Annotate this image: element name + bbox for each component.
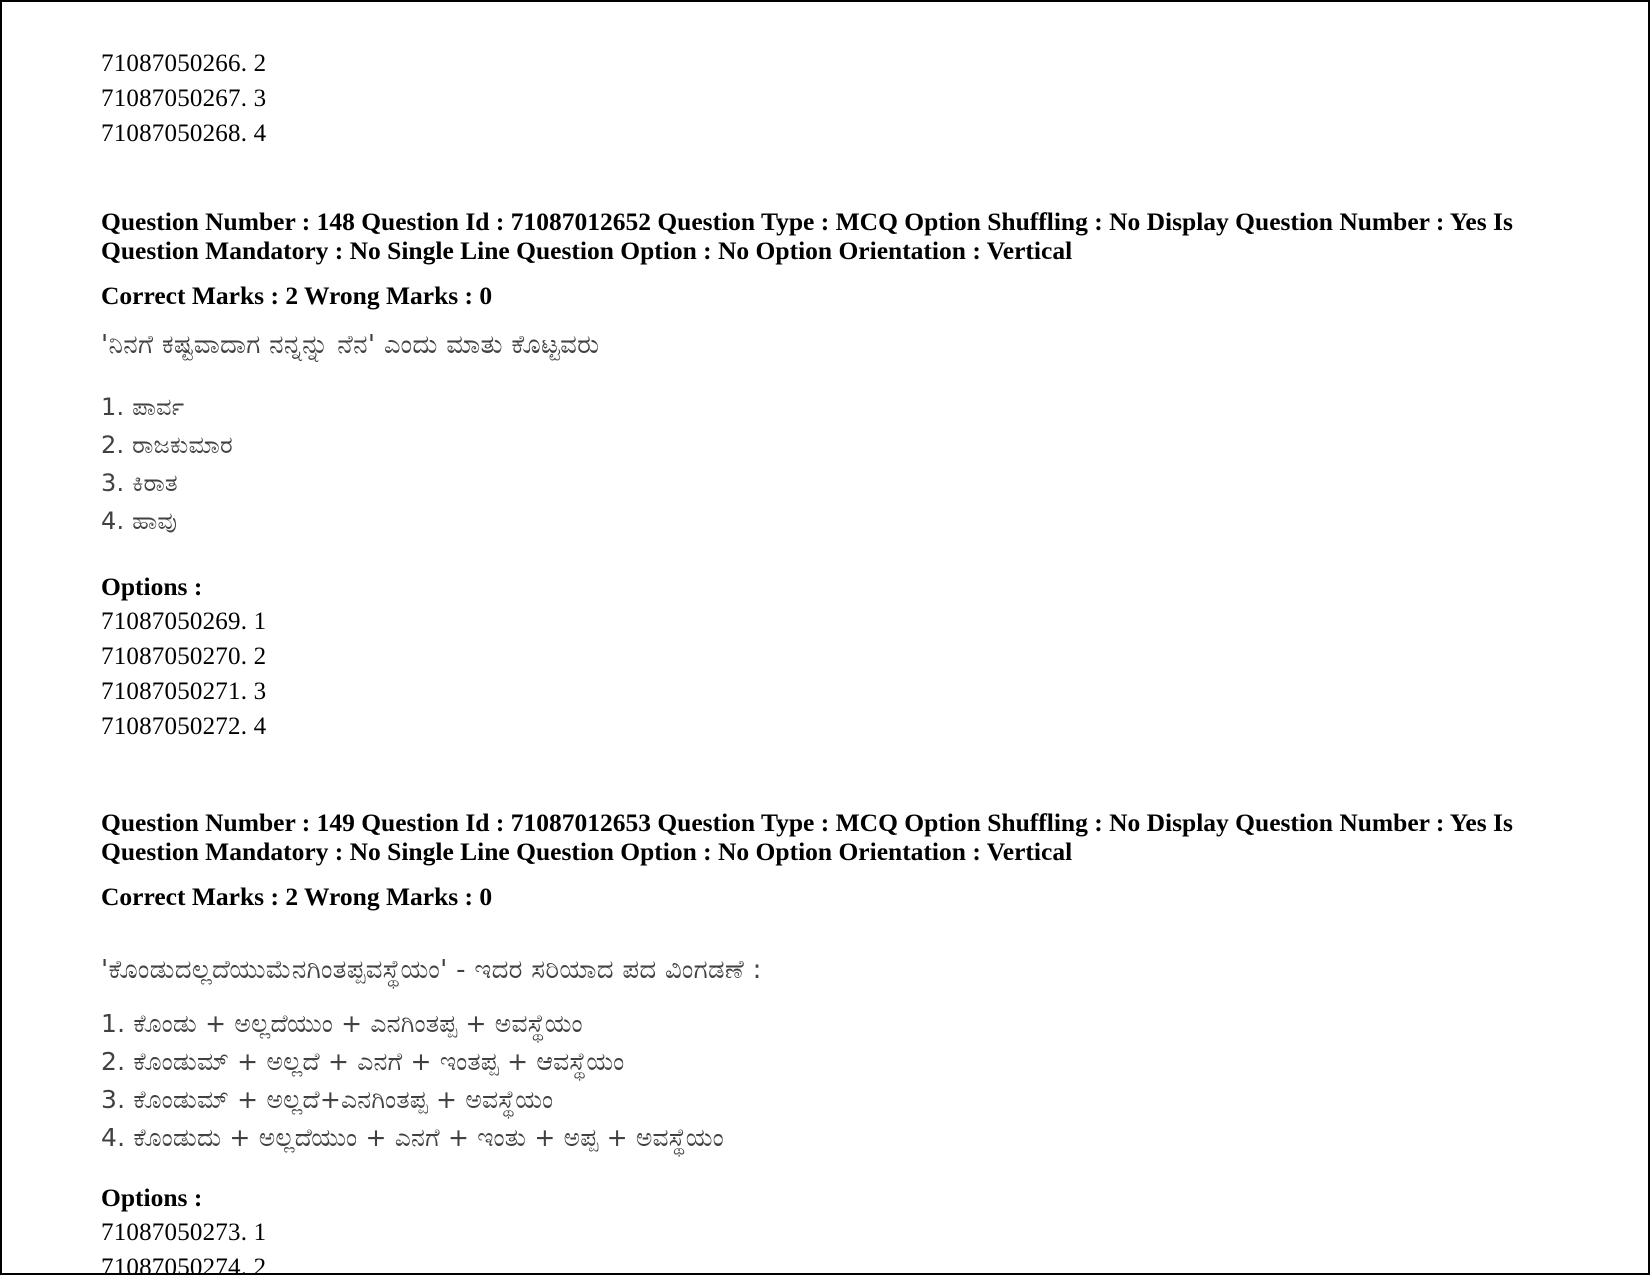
page-content: 71087050266. 2 71087050267. 3 7108705026… xyxy=(101,46,1588,1275)
choice-item: 4. ಹಾವು xyxy=(101,507,178,535)
choice-item: 2. ಕೊಂಡುಮ್ + ಅಲ್ಲದೆ + ಎನಗೆ + ಇಂತಪ್ಪ + ಆವ… xyxy=(101,1047,625,1076)
choice-item: 1. ಪಾರ್ವ xyxy=(101,393,185,421)
options-label: Options : xyxy=(101,572,203,601)
question-metadata: Question Number : 149 Question Id : 7108… xyxy=(101,808,1513,866)
option-id-list: 71087050269. 1 71087050270. 2 7108705027… xyxy=(101,604,1588,744)
question-text: 'ಕೊಂಡುದಲ್ಲದೆಯುಮೆನಗಿಂತಪ್ಪವಸ್ಥೆಯಂ' - ಇದರ ಸ… xyxy=(101,955,762,985)
question-choices: 1. ಕೊಂಡು + ಅಲ್ಲದೆಯುಂ + ಎನಗಿಂತಪ್ಪ + ಅವಸ್ಥ… xyxy=(101,1005,1588,1157)
choice-item: 1. ಕೊಂಡು + ಅಲ್ಲದೆಯುಂ + ಎನಗಿಂತಪ್ಪ + ಅವಸ್ಥ… xyxy=(101,1009,583,1038)
option-id-line: 71087050273. 1 xyxy=(101,1219,267,1246)
option-id-list: 71087050273. 1 71087050274. 2 xyxy=(101,1215,1588,1275)
option-id-line: 71087050272. 4 xyxy=(101,713,267,740)
choice-item: 2. ರಾಜಕುಮಾರ xyxy=(101,431,233,459)
option-id-line: 71087050268. 4 xyxy=(101,120,267,147)
exam-question-page: 71087050266. 2 71087050267. 3 7108705026… xyxy=(0,0,1650,1275)
question-metadata: Question Number : 148 Question Id : 7108… xyxy=(101,207,1513,265)
question-marks: Correct Marks : 2 Wrong Marks : 0 xyxy=(101,882,493,911)
choice-item: 3. ಕೊಂಡುಮ್ + ಅಲ್ಲದೆ+ಎನಗಿಂತಪ್ಪ + ಅವಸ್ಥೆಯಂ xyxy=(101,1085,554,1114)
question-choices: 1. ಪಾರ್ವ 2. ರಾಜಕುಮಾರ 3. ಕಿರಾತ 4. ಹಾವು xyxy=(101,388,1588,540)
question-text: 'ನಿನಗೆ ಕಷ್ಟವಾದಾಗ ನನ್ನನ್ನು ನೆನ' ಎಂದು ಮಾತು… xyxy=(101,330,600,360)
option-id-line: 71087050269. 1 xyxy=(101,608,267,635)
option-id-line: 71087050274. 2 xyxy=(101,1254,267,1275)
option-id-line: 71087050271. 3 xyxy=(101,678,267,705)
choice-item: 4. ಕೊಂಡುದು + ಅಲ್ಲದೆಯುಂ + ಎನಗೆ + ಇಂತು + ಅ… xyxy=(101,1123,724,1152)
carryover-option-id-list: 71087050266. 2 71087050267. 3 7108705026… xyxy=(101,46,1588,151)
option-id-line: 71087050266. 2 xyxy=(101,50,267,77)
question-block-148: Question Number : 148 Question Id : 7108… xyxy=(101,207,1588,744)
options-label: Options : xyxy=(101,1183,203,1212)
question-block-149: Question Number : 149 Question Id : 7108… xyxy=(101,808,1588,1275)
option-id-line: 71087050267. 3 xyxy=(101,85,267,112)
question-marks: Correct Marks : 2 Wrong Marks : 0 xyxy=(101,281,493,310)
option-id-line: 71087050270. 2 xyxy=(101,643,267,670)
choice-item: 3. ಕಿರಾತ xyxy=(101,469,178,497)
